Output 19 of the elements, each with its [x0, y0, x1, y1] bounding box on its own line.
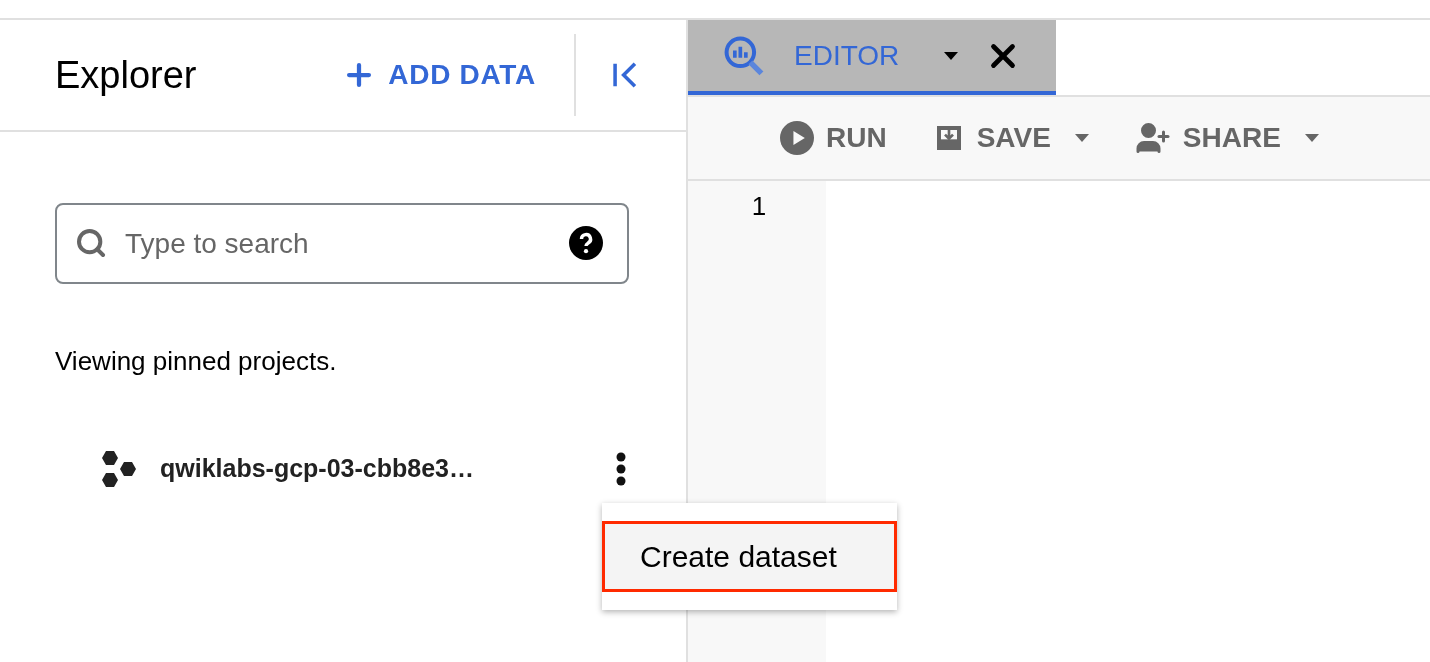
project-name[interactable]: qwiklabs-gcp-03-cbb8e3… — [160, 450, 474, 488]
tab-label: EDITOR — [794, 38, 900, 73]
add-person-icon — [1134, 120, 1171, 156]
help-icon[interactable] — [569, 226, 603, 260]
menu-item[interactable]: Create dataset — [602, 521, 897, 592]
play-icon — [780, 121, 814, 155]
run-button[interactable]: RUN — [780, 117, 887, 159]
add-data-button[interactable]: ADD DATA — [342, 54, 536, 96]
line-number: 1 — [751, 190, 767, 223]
dropdown-caret-icon — [1304, 134, 1319, 142]
pinned-projects-note: Viewing pinned projects. — [55, 345, 338, 378]
search-icon — [75, 227, 107, 259]
save-button[interactable]: SAVE — [932, 117, 1089, 159]
share-button[interactable]: SHARE — [1134, 117, 1319, 159]
panel-title: Explorer — [55, 52, 197, 98]
search-field[interactable]: Type to search — [55, 203, 629, 284]
dropdown-caret-icon — [1074, 134, 1089, 142]
caret-icon — [944, 51, 958, 60]
more-icon[interactable] — [616, 452, 626, 486]
